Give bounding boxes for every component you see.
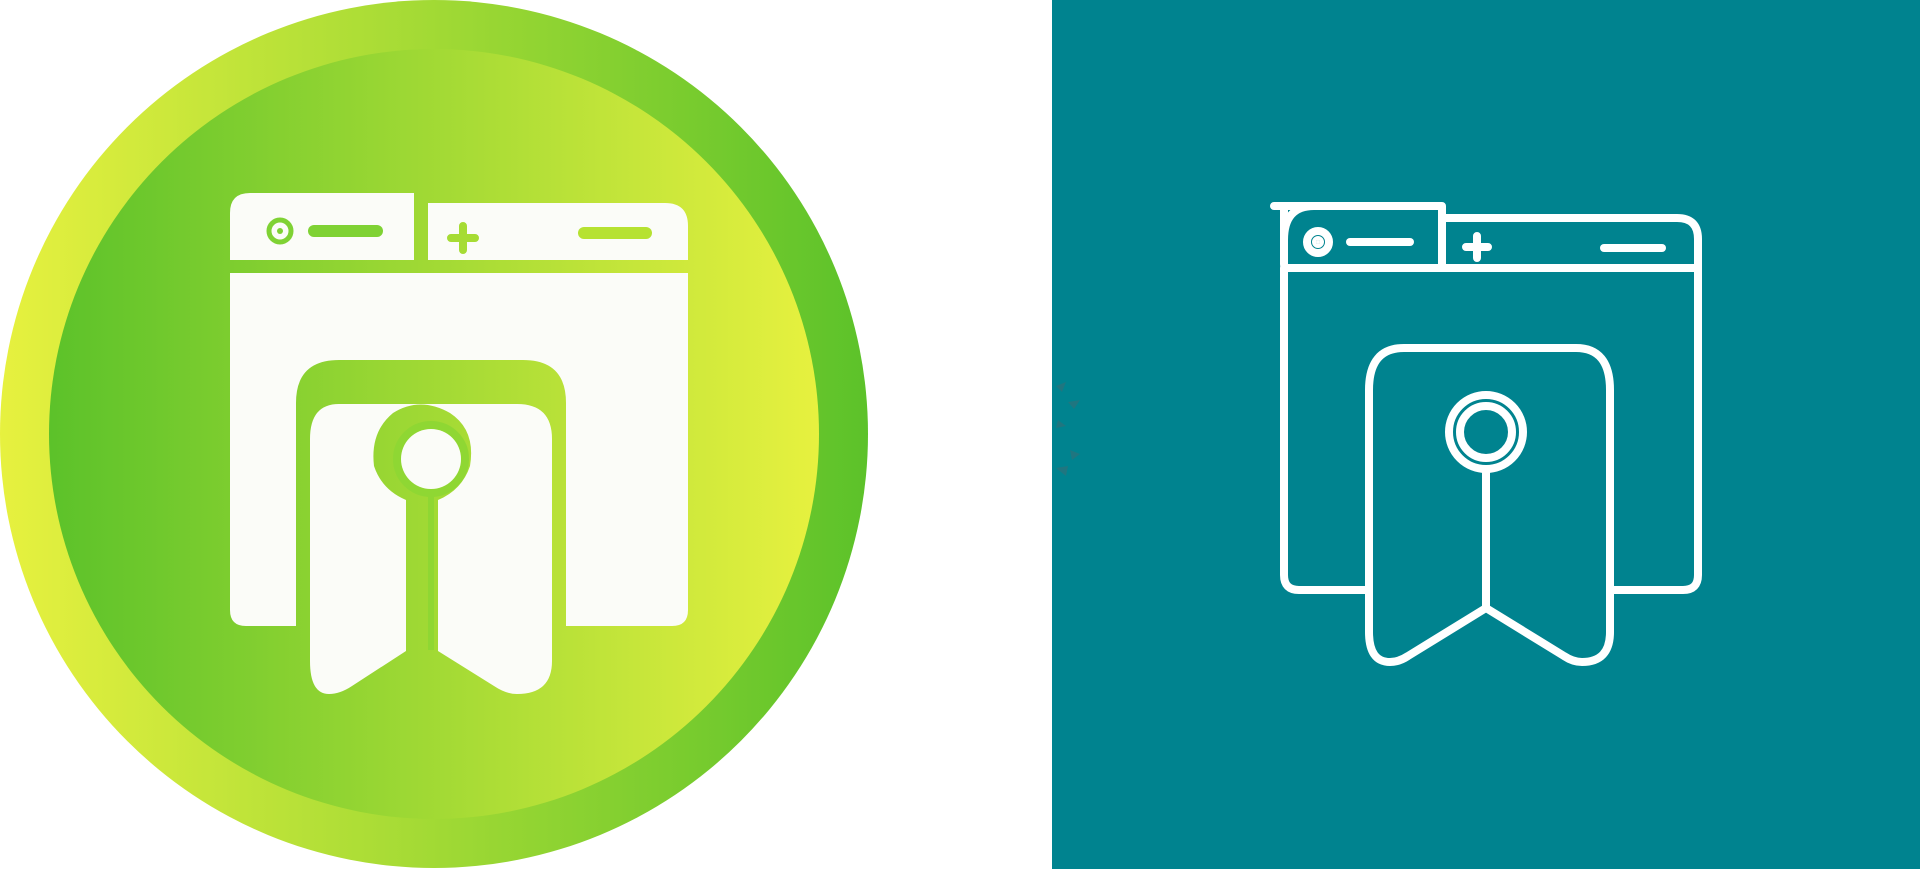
gradient-icon-svg (0, 0, 868, 868)
tab-line-icon (308, 225, 383, 237)
gradient-icon-panel (0, 0, 1052, 869)
teal-background (1052, 0, 1920, 869)
tab-line-icon-right (578, 227, 652, 239)
line-icon-svg (1052, 0, 1920, 869)
edge-artifact (1056, 382, 1080, 476)
line-icon-panel (1052, 0, 1920, 869)
icon-comparison-canvas (0, 0, 1920, 869)
